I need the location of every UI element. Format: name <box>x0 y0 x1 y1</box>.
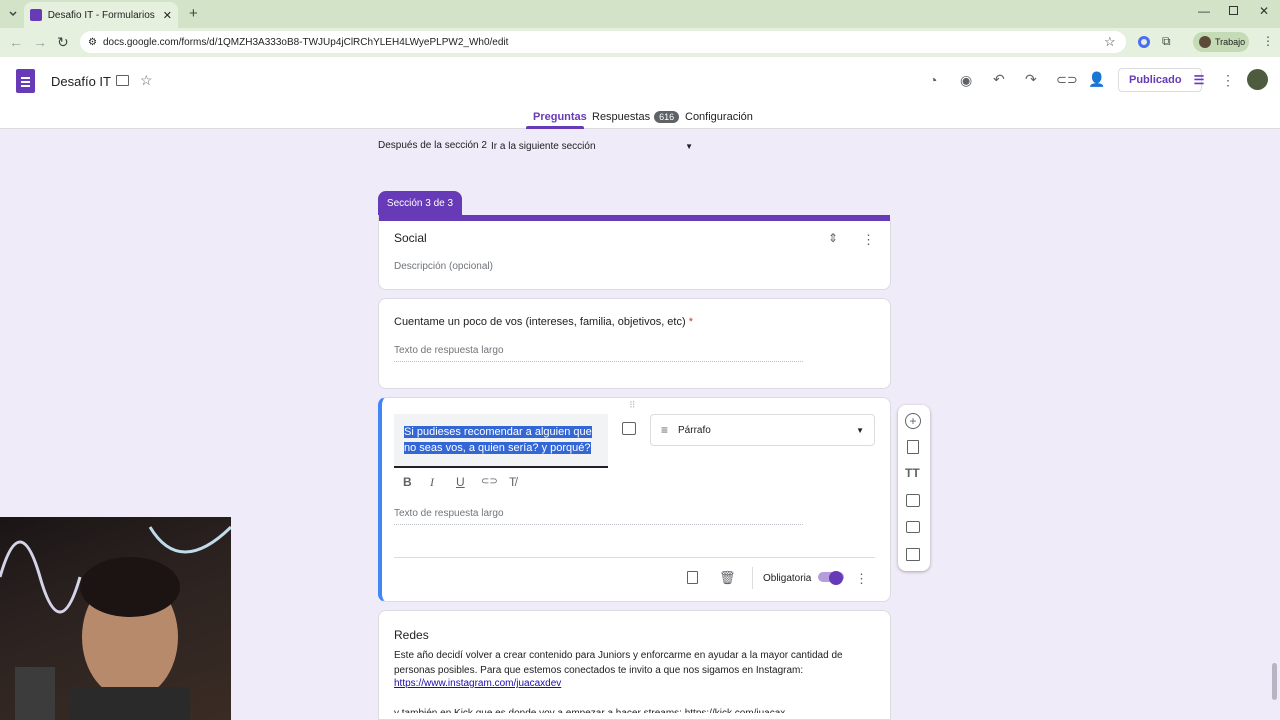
site-info-icon[interactable]: ⚙ <box>88 37 97 48</box>
long-answer-placeholder-2: Texto de respuesta largo <box>394 508 803 525</box>
italic-icon[interactable]: I <box>430 475 434 490</box>
tab-title: Desafio IT - Formularios de Goo <box>47 9 157 21</box>
question-card[interactable] <box>378 298 891 389</box>
new-tab-icon[interactable]: + <box>189 5 198 22</box>
section-more-icon[interactable]: ⋮ <box>862 232 875 248</box>
question-type-select[interactable]: ≡ Párrafo ▼ <box>650 414 875 446</box>
forms-logo-icon[interactable] <box>16 69 35 93</box>
question-more-icon[interactable]: ⋮ <box>855 571 868 587</box>
forms-favicon-icon <box>30 9 42 21</box>
question-type-label: Párrafo <box>678 424 711 436</box>
clear-format-icon[interactable]: T̸ <box>509 475 516 489</box>
publish-settings-icon: ☰ <box>1193 73 1205 87</box>
section-description[interactable]: Descripción (opcional) <box>394 261 493 272</box>
bookmark-star-icon[interactable]: ☆ <box>1104 34 1116 50</box>
section-tag: Sección 3 de 3 <box>378 191 462 215</box>
after-section-value: Ir a la siguiente sección <box>491 140 596 152</box>
window-close-icon[interactable]: ✕ <box>1259 4 1269 18</box>
import-questions-icon[interactable] <box>907 440 919 454</box>
question-title-line1: Si pudieses recomendar a alguien que <box>404 426 592 438</box>
published-label: Publicado <box>1129 74 1182 86</box>
add-title-icon[interactable]: TT <box>905 466 920 480</box>
add-image-side-icon[interactable] <box>906 494 920 507</box>
add-image-icon[interactable] <box>622 422 636 435</box>
duplicate-icon[interactable] <box>687 571 698 584</box>
add-video-icon[interactable] <box>906 521 920 533</box>
extension-icon[interactable] <box>1138 36 1150 48</box>
question-footer-divider <box>394 557 875 558</box>
redo-icon[interactable]: ↷ <box>1025 71 1037 88</box>
dropdown-arrow-icon: ▼ <box>685 141 693 151</box>
forward-icon[interactable]: → <box>33 34 47 50</box>
paragraph-icon: ≡ <box>661 423 669 437</box>
puzzle-icon[interactable]: ⧉ <box>1162 34 1171 49</box>
add-question-icon[interactable]: + <box>905 413 921 429</box>
address-bar[interactable]: ⚙ docs.google.com/forms/d/1QMZH3A333oB8-… <box>80 31 1126 53</box>
footer-divider <box>752 567 753 589</box>
more-options-icon[interactable]: ⋮ <box>1221 72 1235 89</box>
underline-icon[interactable]: U <box>456 475 465 489</box>
after-section-select[interactable]: Ir a la siguiente sección ▼ <box>491 137 697 155</box>
responses-count-badge: 616 <box>654 111 680 123</box>
tab-configuracion[interactable]: Configuración <box>685 111 753 127</box>
question-title-line2: no seas vos, a quien sería? y porqué? <box>404 442 591 454</box>
add-collaborator-icon[interactable]: 👤 <box>1088 71 1105 88</box>
minimize-icon[interactable]: — <box>1198 4 1210 18</box>
tab-active-indicator <box>526 126 584 129</box>
account-avatar[interactable] <box>1247 69 1268 90</box>
question-title-text: Cuentame un poco de vos (intereses, fami… <box>394 316 686 328</box>
page-scrollbar[interactable] <box>1272 663 1277 700</box>
redes-body: Este año decidí volver a crear contenido… <box>394 650 843 676</box>
profile-label: Trabajo <box>1215 37 1246 47</box>
profile-avatar <box>1199 36 1211 48</box>
section-top-bar <box>379 215 890 221</box>
section-header-card[interactable] <box>378 215 891 290</box>
section-title[interactable]: Social <box>394 231 427 245</box>
browser-tab[interactable]: Desafio IT - Formularios de Goo ✕ <box>24 2 178 28</box>
required-asterisk: * <box>688 316 693 328</box>
url-text: docs.google.com/forms/d/1QMZH3A333oB8-TW… <box>102 36 509 48</box>
collapse-icon[interactable]: ⇕ <box>828 231 838 245</box>
chrome-menu-icon[interactable]: ⋮ <box>1262 34 1274 48</box>
redes-partial-text: y también en Kick que es donde voy a emp… <box>394 707 878 713</box>
side-toolbar <box>898 405 930 571</box>
question-title-selection: Si pudieses recomendar a alguien que no … <box>404 424 592 456</box>
star-icon[interactable]: ☆ <box>140 72 153 89</box>
add-section-icon[interactable] <box>906 548 920 561</box>
profile-chip[interactable]: Trabajo <box>1193 32 1249 52</box>
tab-close-icon[interactable]: ✕ <box>163 9 172 22</box>
link-icon[interactable]: ⊂⊃ <box>1056 72 1078 88</box>
redes-title[interactable]: Redes <box>394 628 429 642</box>
after-section-label: Después de la sección 2 <box>378 140 487 151</box>
preview-eye-icon[interactable]: ◉ <box>960 72 972 89</box>
long-answer-placeholder: Texto de respuesta largo <box>394 345 803 362</box>
tab-search-icon[interactable] <box>6 6 20 20</box>
delete-icon[interactable]: 🗑 <box>719 570 736 586</box>
tab-preguntas[interactable]: Preguntas <box>533 111 587 127</box>
restore-icon[interactable] <box>1229 6 1238 15</box>
required-label: Obligatoria <box>763 573 812 584</box>
webcam-overlay <box>0 517 231 720</box>
palette-icon[interactable]: ◔ <box>929 72 937 88</box>
instagram-link[interactable]: https://www.instagram.com/juacaxdev <box>394 678 561 689</box>
back-icon[interactable]: ← <box>9 34 23 50</box>
tab-respuestas[interactable]: Respuestas 616 <box>592 111 680 127</box>
insert-link-icon[interactable]: ⊂⊃ <box>481 476 498 487</box>
required-toggle-knob <box>829 571 843 585</box>
tab-respuestas-label: Respuestas <box>592 111 651 123</box>
undo-icon[interactable]: ↶ <box>993 71 1005 88</box>
webcam-neon-lights <box>0 525 231 720</box>
reload-icon[interactable]: ↻ <box>57 34 69 51</box>
folder-icon[interactable] <box>116 75 129 86</box>
question-title: Cuentame un poco de vos (intereses, fami… <box>394 316 693 328</box>
published-button[interactable]: Publicado ☰ <box>1118 68 1205 92</box>
type-dropdown-arrow-icon: ▼ <box>856 425 864 435</box>
bold-icon[interactable]: B <box>403 475 412 489</box>
form-title[interactable]: Desafío IT <box>51 74 111 89</box>
drag-handle-icon[interactable]: ⠿ <box>629 400 637 411</box>
